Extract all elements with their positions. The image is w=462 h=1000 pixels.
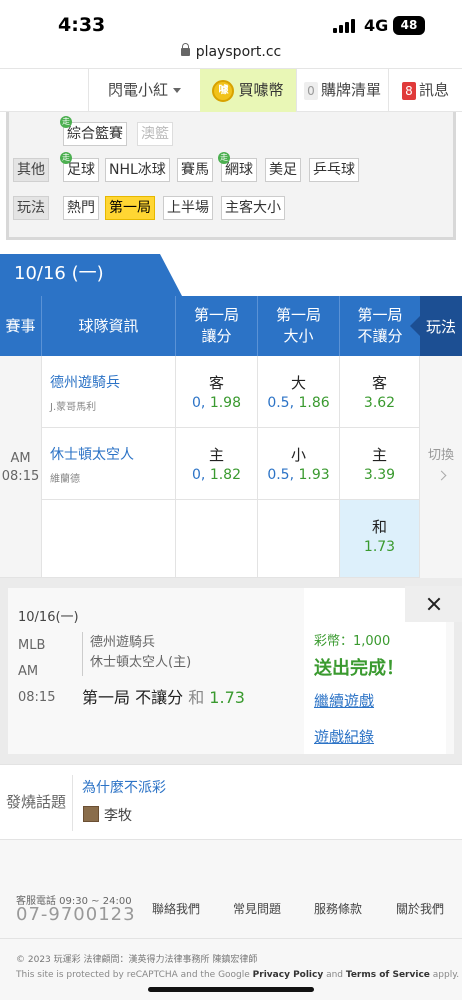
switch-label: 切換 [427, 448, 454, 463]
messages-label: 訊息 [418, 81, 449, 99]
recaptcha-notice: This site is protected by reCAPTCHA and … [16, 970, 460, 980]
messages-button[interactable]: 8 訊息 [388, 69, 462, 112]
header-team-info: 球隊資訊 [42, 296, 176, 356]
bet-confirmation-panel: 10/16(一) MLB AM 08:15 德州遊騎兵 休士頓太空人(主) 第一… [0, 578, 462, 764]
status-bar: 4:33 4G 48 [0, 0, 462, 44]
submit-done-message: 送出完成！ [314, 658, 404, 679]
hot-topic-link[interactable]: 為什麼不派彩 [82, 777, 166, 797]
footer-link-terms[interactable]: 服務條款 [314, 900, 362, 917]
filter-nhl[interactable]: NHL冰球 [105, 158, 170, 182]
signal-icon [333, 19, 355, 33]
footer-link-about[interactable]: 關於我們 [396, 900, 444, 917]
filter-label-play: 玩法 [13, 196, 49, 220]
empty-cell [176, 500, 258, 578]
bet-league-time: MLB AM 08:15 [18, 638, 56, 705]
status-time: 4:33 [58, 14, 106, 36]
game-history-link[interactable]: 遊戲紀錄 [314, 726, 374, 747]
filter-horse-racing[interactable]: 賽馬 [177, 158, 213, 182]
filter-soccer[interactable]: 走足球 [60, 152, 99, 182]
buy-coins-label: 買噱幣 [238, 81, 284, 99]
filter-tennis[interactable]: 走網球 [218, 152, 257, 182]
game-time: AM 08:15 [0, 356, 42, 578]
filter-first-inning[interactable]: 第一局 [105, 196, 155, 220]
privacy-policy-link[interactable]: Privacy Policy [253, 970, 324, 980]
user-name: 閃電小紅 [107, 81, 168, 99]
top-nav: 閃電小紅 噱買噱幣 0 購牌清單 8 訊息 [0, 68, 462, 112]
walk-tag-icon: 走 [218, 152, 230, 164]
hot-topic-label: 發燒話題 [6, 793, 67, 811]
filter-combined-basketball[interactable]: 走綜合籃賽 [60, 116, 127, 146]
header-first-inning-total: 第一局 大小 [258, 296, 340, 356]
footer-link-contact[interactable]: 聯絡我們 [152, 900, 200, 917]
avatar [83, 806, 99, 822]
divider [82, 632, 83, 676]
bet-selection: 第一局 不讓分 和 1.73 [82, 688, 245, 707]
date-tab: 10/16 (一) [0, 254, 182, 296]
divider [0, 938, 462, 939]
footer-link-faq[interactable]: 常見問題 [233, 900, 281, 917]
date-header: 10/16 (一) [0, 254, 462, 296]
pitcher-name: J.蒙哥馬利 [50, 402, 97, 413]
filter-label-other: 其他 [13, 158, 49, 182]
table-header: 賽事 球隊資訊 第一局 讓分 第一局 大小 第一局 不讓分 玩法 [0, 296, 462, 356]
address-bar[interactable]: playsport.cc [0, 43, 462, 60]
bet-teams: 德州遊騎兵 休士頓太空人(主) [90, 635, 192, 670]
battery-icon: 48 [393, 16, 425, 35]
filter-first-half[interactable]: 上半場 [163, 196, 213, 220]
filter-table-tennis[interactable]: 乒乓球 [309, 158, 359, 182]
divider [72, 775, 73, 831]
header-event: 賽事 [0, 296, 42, 356]
empty-cell [258, 500, 340, 578]
walk-tag-icon: 走 [60, 116, 72, 128]
game-table: AM 08:15 德州遊騎兵 J.蒙哥馬利 客 0, 1.98 大 0.5, 1.… [0, 356, 462, 578]
user-menu[interactable]: 閃電小紅 [88, 69, 200, 112]
cart-button[interactable]: 0 購牌清單 [296, 69, 388, 112]
continue-game-link[interactable]: 繼續遊戲 [314, 690, 374, 711]
close-icon[interactable] [405, 586, 462, 622]
empty-cell [42, 500, 176, 578]
network-type: 4G [364, 16, 389, 35]
pitcher-name: 維蘭德 [50, 474, 80, 485]
cart-count-badge: 0 [303, 82, 318, 100]
switch-play-button[interactable]: 切換 [420, 356, 462, 578]
odds-cell-moneyline-home[interactable]: 主 3.39 [340, 428, 420, 500]
message-count-badge: 8 [401, 82, 416, 100]
url-text: playsport.cc [195, 44, 282, 60]
terms-of-service-link[interactable]: Terms of Service [346, 970, 430, 980]
team-row-away[interactable]: 德州遊騎兵 J.蒙哥馬利 [42, 356, 176, 428]
filter-australian-basketball[interactable]: 澳籃 [137, 122, 173, 146]
header-play-type[interactable]: 玩法 [410, 296, 462, 356]
footer: 客服電話 09:30 ~ 24:00 07-9700123 聯絡我們 常見問題 … [0, 840, 462, 1000]
copyright: © 2023 玩運彩 法律顧問：漢英得力法律事務所 陳鎮宏律師 [16, 955, 258, 965]
buy-coins-button[interactable]: 噱買噱幣 [200, 69, 296, 112]
coin-icon: 噱 [212, 79, 235, 102]
home-indicator[interactable] [148, 987, 314, 992]
team-name: 休士頓太空人 [50, 447, 134, 463]
header-first-inning-spread: 第一局 讓分 [176, 296, 258, 356]
odds-cell-moneyline-away[interactable]: 客 3.62 [340, 356, 420, 428]
odds-cell-draw[interactable]: 和 1.73 [340, 500, 420, 578]
lock-icon [180, 43, 190, 56]
caret-down-icon [173, 88, 181, 93]
sport-filter-panel: 走綜合籃賽 澳籃 其他 走足球 NHL冰球 賽馬 走網球 美足 乒乓球 玩法 熱… [6, 112, 456, 240]
odds-cell-total-under[interactable]: 小 0.5, 1.93 [258, 428, 340, 500]
odds-cell-spread-away[interactable]: 客 0, 1.98 [176, 356, 258, 428]
coin-balance: 彩幣：1,000 [314, 634, 391, 649]
cart-label: 購牌清單 [320, 81, 381, 99]
odds-cell-spread-home[interactable]: 主 0, 1.82 [176, 428, 258, 500]
team-name: 德州遊騎兵 [50, 375, 120, 391]
filter-american-football[interactable]: 美足 [265, 158, 301, 182]
service-phone[interactable]: 07-9700123 [16, 904, 136, 925]
team-row-home[interactable]: 休士頓太空人 維蘭德 [42, 428, 176, 500]
odds-cell-total-over[interactable]: 大 0.5, 1.86 [258, 356, 340, 428]
walk-tag-icon: 走 [60, 152, 72, 164]
filter-popular[interactable]: 熱門 [63, 196, 99, 220]
hot-topic: 發燒話題 為什麼不派彩 李牧 [0, 764, 462, 840]
bet-date: 10/16(一) [18, 610, 79, 625]
chevron-right-icon [436, 470, 446, 481]
filter-home-away-total[interactable]: 主客大小 [221, 196, 285, 220]
header-first-inning-moneyline: 第一局 不讓分 [357, 306, 403, 345]
hot-topic-author[interactable]: 李牧 [104, 805, 132, 825]
